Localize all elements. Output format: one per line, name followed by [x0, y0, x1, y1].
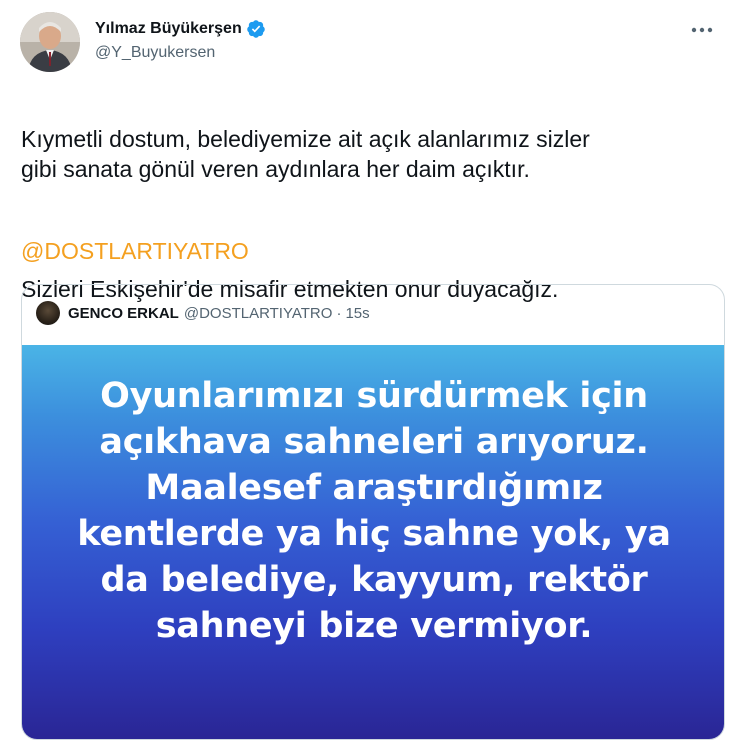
author-names: Yılmaz Büyükerşen @Y_Buyukersen: [95, 18, 266, 62]
author-avatar[interactable]: [20, 12, 80, 72]
quoted-tweet-header: GENCO ERKAL @DOSTLARTIYATRO · 15s: [36, 301, 370, 325]
quoted-author-handle: @DOSTLARTIYATRO: [183, 304, 333, 322]
quoted-tweet-time: 15s: [345, 304, 370, 322]
quoted-tweet[interactable]: GENCO ERKAL @DOSTLARTIYATRO · 15s Oyunla…: [21, 284, 725, 740]
quoted-author-name: GENCO ERKAL: [68, 304, 179, 322]
avatar-photo: [20, 12, 80, 72]
separator-dot: ·: [336, 304, 342, 322]
mention-link[interactable]: @DOSTLARTIYATRO: [21, 236, 249, 266]
tweet-paragraph-1: Kıymetli dostum, belediyemize ait açık a…: [21, 126, 590, 182]
quoted-image-text: Oyunlarımızı sürdürmek için açıkhava sah…: [77, 376, 671, 646]
quoted-author-avatar: [36, 301, 60, 325]
more-options-icon[interactable]: [684, 16, 720, 44]
quoted-tweet-image[interactable]: Oyunlarımızı sürdürmek için açıkhava sah…: [22, 345, 724, 739]
verified-badge-icon: [246, 19, 266, 39]
author-handle[interactable]: @Y_Buyukersen: [95, 44, 266, 62]
tweet: Yılmaz Büyükerşen @Y_Buyukersen Kıymetli…: [0, 0, 739, 749]
display-name-row: Yılmaz Büyükerşen: [95, 18, 266, 40]
author-display-name[interactable]: Yılmaz Büyükerşen: [95, 20, 242, 38]
tweet-header: Yılmaz Büyükerşen @Y_Buyukersen: [20, 12, 720, 74]
